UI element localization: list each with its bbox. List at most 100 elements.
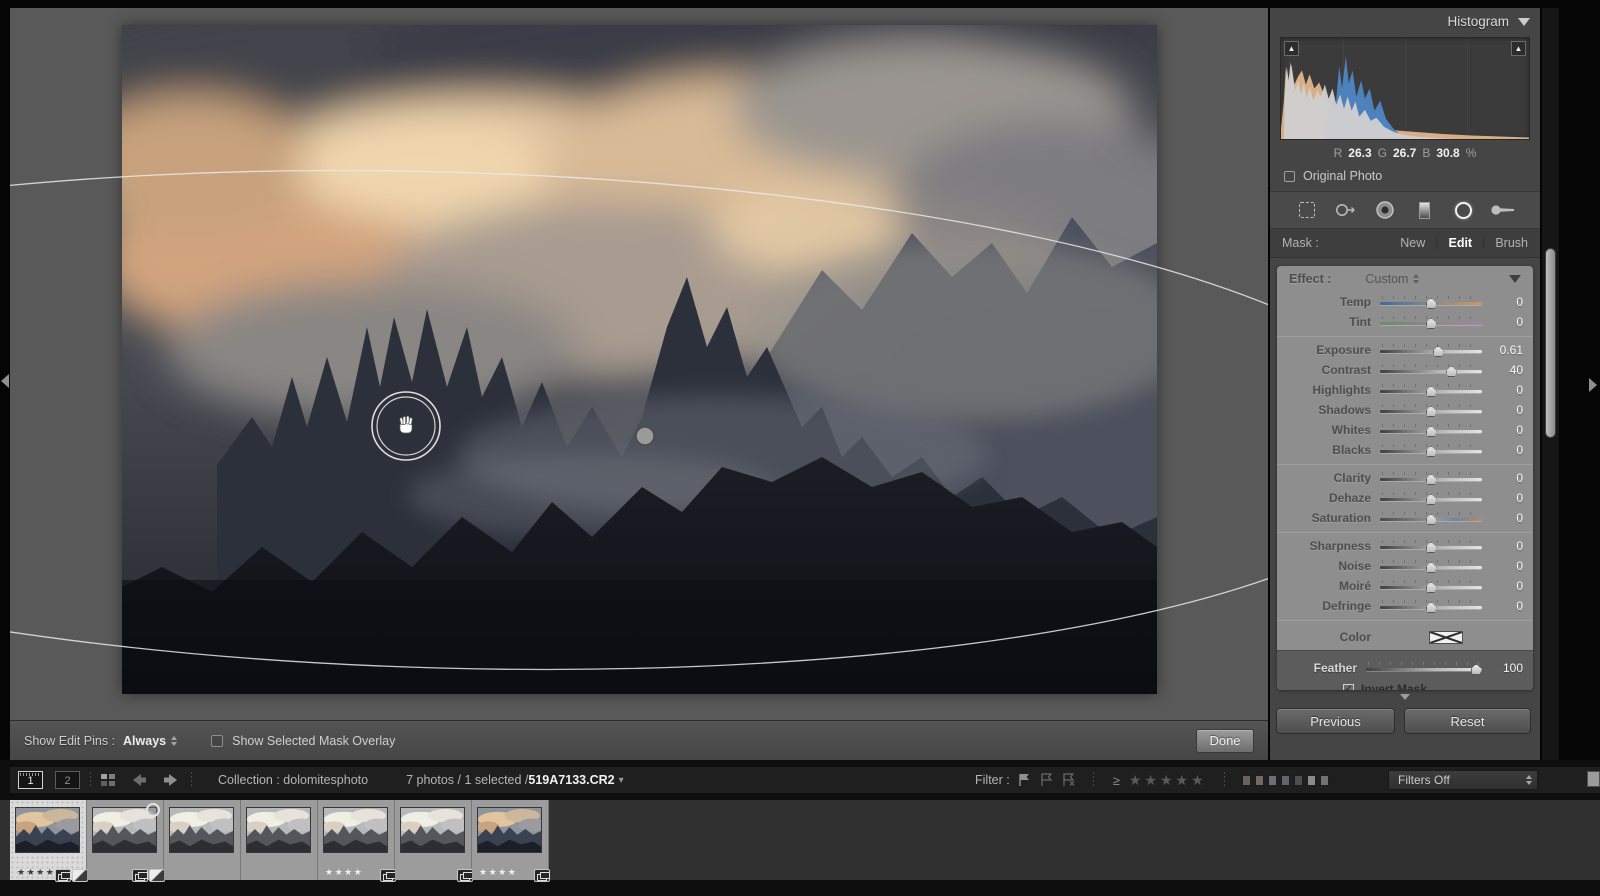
previous-button[interactable]: Previous	[1276, 708, 1395, 734]
preset-arrows-icon[interactable]	[1413, 274, 1419, 284]
color-label-chip[interactable]	[1307, 775, 1316, 786]
color-label-chip[interactable]	[1294, 775, 1303, 786]
contrast-slider[interactable]	[1380, 370, 1482, 373]
flag-pick-icon[interactable]	[1017, 773, 1032, 787]
second-window-button[interactable]: 2	[55, 771, 80, 789]
graduated-filter-tool[interactable]	[1412, 197, 1438, 223]
slider-knob[interactable]	[1426, 446, 1437, 457]
slider-knob[interactable]	[1426, 514, 1437, 525]
slider-knob[interactable]	[1426, 542, 1437, 553]
flag-unflagged-icon[interactable]	[1039, 773, 1054, 787]
slider-knob[interactable]	[1426, 426, 1437, 437]
grid-view-icon[interactable]	[101, 774, 115, 786]
shadow-clipping-indicator[interactable]: ▲	[1284, 41, 1299, 56]
slider-knob[interactable]	[1426, 406, 1437, 417]
filmstrip-cell-2[interactable]	[87, 800, 164, 880]
panel-scrollbar-thumb[interactable]	[1545, 248, 1556, 438]
original-photo-checkbox[interactable]	[1284, 171, 1295, 182]
slider-knob[interactable]	[1446, 366, 1457, 377]
slider-label: Noise	[1287, 559, 1371, 573]
filmstrip-cell-4[interactable]	[241, 800, 318, 880]
adjustment-brush-tool[interactable]	[1490, 197, 1516, 223]
thumbnail-rating[interactable]: ★★★★	[17, 867, 55, 878]
color-label-chip[interactable]	[1268, 775, 1277, 786]
mask-new-button[interactable]: New	[1400, 236, 1425, 250]
flag-reject-icon[interactable]	[1061, 773, 1076, 787]
selected-filename[interactable]: 519A7133.CR2	[528, 773, 614, 787]
slider-row-whites: Whites 0	[1277, 420, 1533, 440]
previous-photo-button[interactable]	[129, 773, 148, 787]
next-photo-button[interactable]	[162, 773, 181, 787]
collection-badge-icon[interactable]	[457, 869, 473, 882]
adjustment-badge-icon[interactable]	[72, 869, 88, 882]
slider-knob[interactable]	[1426, 562, 1437, 573]
thumbnail-rating[interactable]: ★★★★	[325, 867, 363, 878]
slider-knob[interactable]	[1426, 494, 1437, 505]
filmstrip-cell-7[interactable]: ★★★★	[472, 800, 549, 880]
filter-enable-switch[interactable]	[1587, 771, 1600, 787]
radial-filter-icon	[1455, 202, 1472, 219]
slider-knob[interactable]	[1433, 346, 1444, 357]
histogram-header[interactable]: Histogram	[1270, 8, 1540, 35]
filters-off-dropdown[interactable]: Filters Off	[1388, 770, 1538, 790]
slider-knob[interactable]	[1426, 474, 1437, 485]
back-arrow-icon	[129, 773, 148, 787]
show-mask-overlay-checkbox[interactable]	[211, 735, 223, 747]
collection-badge-icon[interactable]	[380, 869, 396, 882]
slider-value: 0	[1491, 491, 1523, 505]
color-label-chip[interactable]	[1320, 775, 1329, 786]
done-button[interactable]: Done	[1196, 729, 1254, 753]
color-label-filters	[1242, 775, 1329, 786]
reset-button[interactable]: Reset	[1404, 708, 1531, 734]
slider-label: Dehaze	[1287, 491, 1371, 505]
effect-header: Effect : Custom	[1277, 266, 1533, 292]
filmstrip-cell-6[interactable]	[395, 800, 472, 880]
slider-knob[interactable]	[1426, 582, 1437, 593]
effect-collapse-icon[interactable]	[1509, 275, 1521, 283]
histogram-collapse-icon[interactable]	[1518, 18, 1530, 26]
highlight-clipping-indicator[interactable]: ▲	[1511, 41, 1526, 56]
edit-pins-mode-arrows-icon[interactable]	[171, 736, 177, 746]
collection-breadcrumb[interactable]: Collection : dolomitesphoto	[218, 773, 368, 787]
collection-badge-icon[interactable]	[55, 869, 71, 882]
feather-slider[interactable]	[1366, 668, 1482, 671]
slider-knob[interactable]	[1426, 298, 1437, 309]
crop-overlay-tool[interactable]	[1294, 197, 1320, 223]
color-swatch[interactable]	[1429, 631, 1463, 644]
slider-knob[interactable]	[1426, 386, 1437, 397]
radial-filter-tool[interactable]	[1451, 197, 1477, 223]
exposure-slider[interactable]	[1380, 350, 1482, 353]
slider-row-highlights: Highlights 0	[1277, 380, 1533, 400]
left-panel-toggle-icon[interactable]	[1, 374, 9, 388]
collection-badge-icon[interactable]	[132, 869, 148, 882]
right-panel-toggle-icon[interactable]	[1589, 378, 1597, 392]
mask-edit-button[interactable]: Edit	[1448, 236, 1472, 250]
slider-label: Tint	[1287, 315, 1371, 329]
rating-gte-icon[interactable]: ≥	[1113, 773, 1120, 788]
mask-brush-button[interactable]: Brush	[1495, 236, 1528, 250]
photo-preview[interactable]	[122, 25, 1157, 694]
filmstrip-cell-5[interactable]: ★★★★	[318, 800, 395, 880]
red-eye-tool[interactable]	[1372, 197, 1398, 223]
color-label-chip[interactable]	[1281, 775, 1290, 786]
filmstrip-cell-1[interactable]: ★★★★	[10, 800, 87, 880]
invert-mask-checkbox[interactable]: ✓	[1343, 684, 1354, 691]
edit-pins-mode-select[interactable]: Always	[123, 734, 166, 748]
divider	[90, 772, 91, 788]
rating-filter-stars[interactable]: ★★★★★	[1129, 772, 1207, 789]
effect-preset-select[interactable]: Custom	[1365, 272, 1408, 286]
collection-badge-icon[interactable]	[534, 869, 550, 882]
main-window-button[interactable]: 1	[18, 771, 43, 789]
filmstrip-cell-3[interactable]	[164, 800, 241, 880]
spot-removal-tool[interactable]	[1333, 197, 1359, 223]
slider-knob[interactable]	[1426, 602, 1437, 613]
b-label: B	[1422, 146, 1430, 160]
color-label-chip[interactable]	[1242, 775, 1251, 786]
panel-scrollbar-track[interactable]	[1542, 8, 1559, 760]
thumbnail-rating[interactable]: ★★★★	[479, 867, 517, 878]
filename-caret-icon[interactable]: ▾	[619, 775, 624, 786]
adjustment-badge-icon[interactable]	[149, 869, 165, 882]
color-label-chip[interactable]	[1255, 775, 1264, 786]
slider-knob[interactable]	[1471, 664, 1482, 675]
slider-knob[interactable]	[1426, 318, 1437, 329]
